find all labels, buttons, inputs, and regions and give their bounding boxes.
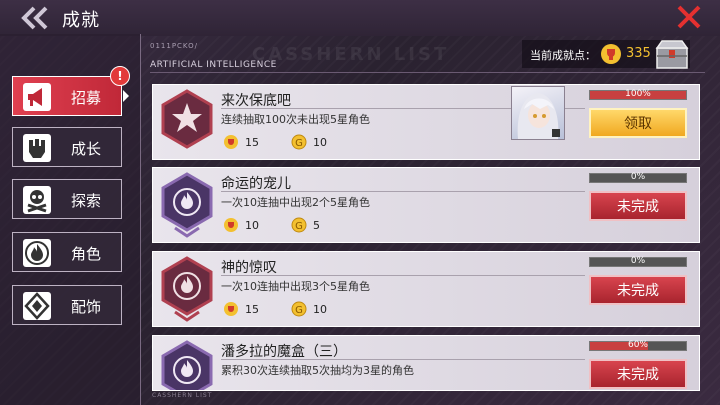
coin-icon: G	[291, 301, 307, 317]
achievement-desc: 一次10连抽中出现3个5星角色	[221, 280, 370, 293]
claim-button[interactable]: 领取	[589, 108, 687, 138]
progress-text: 0%	[630, 172, 646, 182]
title-divider	[221, 191, 585, 192]
incomplete-button[interactable]: 未完成	[589, 275, 687, 305]
coin-icon: G	[291, 134, 307, 150]
fist-icon	[23, 134, 51, 162]
achievement-title: 神的惊叹	[221, 260, 277, 276]
sidebar-item-growth[interactable]: 成长	[12, 127, 122, 167]
svg-text:G: G	[295, 138, 303, 149]
achievement-card: 神的惊叹 一次10连抽中出现3个5星角色 15 G 10 0% 未完成	[152, 251, 700, 327]
svg-text:G: G	[295, 221, 303, 232]
sidebar-item-label: 招募	[71, 89, 102, 107]
progress-bar: 0%	[589, 256, 687, 267]
incomplete-button[interactable]: 未完成	[589, 359, 687, 389]
footer-caption: CASSHERN LIST	[152, 392, 213, 399]
skull-icon	[23, 186, 51, 214]
medal-icon	[224, 302, 238, 316]
progress-bar: 60%	[589, 340, 687, 351]
coin-icon: G	[291, 217, 307, 233]
active-caret-icon	[123, 90, 129, 102]
flame-emblem-icon	[161, 256, 213, 322]
character-art-icon	[517, 93, 560, 139]
sidebar-item-label: 配饰	[71, 298, 102, 316]
page-title: 成就	[62, 10, 100, 31]
close-icon[interactable]	[676, 4, 702, 30]
section-watermark: CASSHERN LIST	[252, 44, 450, 65]
star-emblem-icon	[161, 89, 213, 149]
medal-icon	[224, 135, 238, 149]
section-subtitle: ARTIFICIAL INTELLIGENCE	[150, 60, 277, 70]
achievement-desc: 一次10连抽中出现2个5星角色	[221, 196, 370, 209]
points-value: 335	[626, 46, 651, 61]
sidebar-item-label: 成长	[71, 140, 102, 158]
svg-text:G: G	[295, 305, 303, 316]
trophy-icon	[601, 44, 621, 64]
sidebar-item-recruit[interactable]: 招募	[12, 76, 122, 116]
incomplete-button[interactable]: 未完成	[589, 191, 687, 221]
sidebar-item-accessory[interactable]: 配饰	[12, 285, 122, 325]
flame-emblem-icon	[161, 340, 213, 390]
flame-icon	[23, 239, 51, 267]
achievement-desc: 累积30次连续抽取5次抽均为3星的角色	[221, 364, 414, 377]
sidebar-item-label: 角色	[71, 245, 102, 263]
section-code: 0111PCKO/	[150, 42, 198, 50]
progress-text: 100%	[625, 89, 651, 99]
header-divider	[150, 72, 705, 73]
achievement-card: 潘多拉的魔盒（三） 累积30次连续抽取5次抽均为3星的角色 60% 未完成	[152, 335, 700, 391]
notification-badge: !	[110, 66, 130, 86]
character-portrait	[511, 86, 565, 140]
progress-text: 0%	[630, 256, 646, 266]
diamond-icon	[23, 292, 51, 320]
megaphone-icon	[23, 83, 51, 111]
achievement-title: 命运的宠儿	[221, 176, 291, 192]
top-bar: 成就	[0, 0, 720, 36]
achievement-card: 命运的宠儿 一次10连抽中出现2个5星角色 10 G 5 0% 未完成	[152, 167, 700, 243]
achievement-title: 潘多拉的魔盒（三）	[221, 344, 347, 360]
title-divider	[221, 359, 585, 360]
progress-bar: 100%	[589, 89, 687, 100]
achievement-card: 来次保底吧 连续抽取100次未出现5星角色 15 G 10 100% 领取	[152, 84, 700, 160]
reward-chest-icon[interactable]	[654, 38, 690, 70]
progress-bar: 0%	[589, 172, 687, 183]
medal-icon	[224, 218, 238, 232]
progress-text: 60%	[627, 340, 648, 350]
achievement-desc: 连续抽取100次未出现5星角色	[221, 113, 370, 126]
sidebar-item-explore[interactable]: 探索	[12, 179, 122, 219]
sidebar-item-character[interactable]: 角色	[12, 232, 122, 272]
points-label: 当前成就点：	[530, 49, 596, 62]
title-divider	[221, 275, 585, 276]
sidebar-item-label: 探索	[71, 192, 102, 210]
back-chevron-icon[interactable]	[20, 5, 50, 31]
flame-emblem-icon	[161, 172, 213, 238]
achievement-title: 来次保底吧	[221, 93, 291, 109]
